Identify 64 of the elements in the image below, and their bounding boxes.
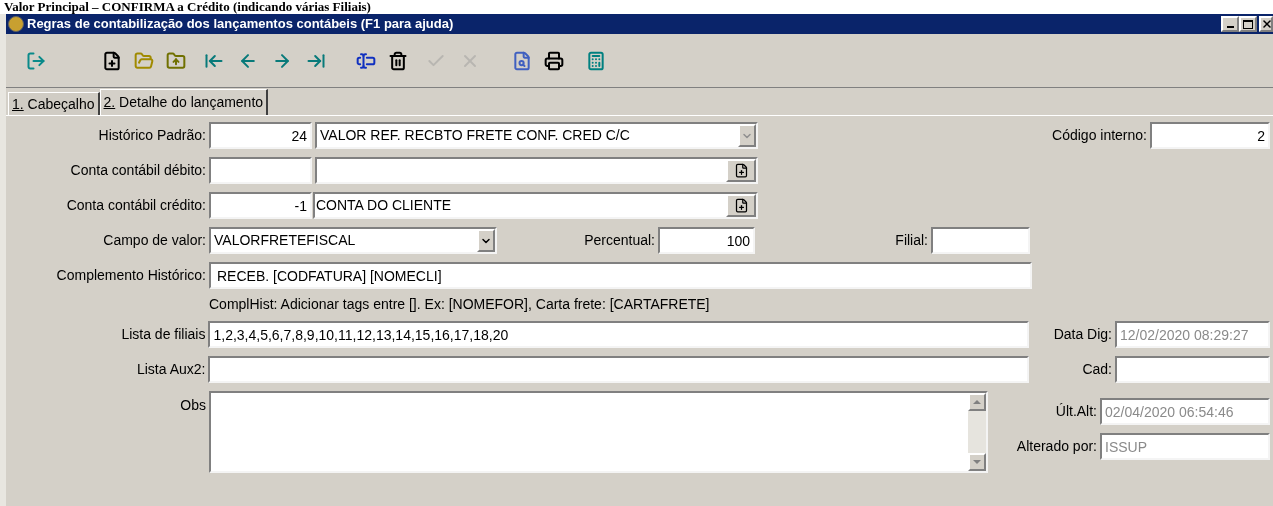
field-label: Conta contábil débito: — [69, 161, 207, 180]
text-area[interactable] — [209, 391, 988, 473]
field-value: CONTA DO CLIENTE — [315, 196, 453, 215]
lookup-field[interactable]: CONTA DO CLIENTE — [313, 192, 758, 219]
input-field[interactable]: 100 — [658, 227, 755, 254]
window-title: Regras de contabilização dos lançamentos contábeis (F1 para ajuda) — [27, 15, 454, 34]
field-label: Conta contábil crédito: — [65, 196, 207, 215]
folder-icon — [166, 50, 186, 71]
hint-text: ComplHist: Adicionar tags entre []. Ex: [NOMEFOR], Carta frete: [CARTAFRETE] — [209, 294, 710, 314]
exit-icon — [26, 50, 46, 71]
app-icon — [8, 16, 24, 32]
field-label: Alterado por: — [1016, 437, 1098, 456]
input-field[interactable] — [1115, 356, 1270, 383]
up-arrow-icon — [973, 400, 981, 404]
tab[interactable]: 1. Cabeçalho — [8, 92, 100, 115]
field-label: Obs — [179, 396, 207, 415]
maximize-icon — [1243, 19, 1253, 29]
field-label: Percentual: — [583, 231, 656, 250]
input-field[interactable]: 1,2,3,4,5,6,7,8,9,10,11,12,13,14,15,16,17,18,20 — [208, 321, 1030, 348]
field-label: Complemento Histórico: — [55, 266, 207, 285]
input-field[interactable]: 2 — [1150, 122, 1270, 149]
print-icon — [544, 50, 564, 71]
down-arrow-icon — [973, 460, 981, 464]
field-label: Campo de valor: — [102, 231, 207, 250]
text-edit-icon — [356, 50, 376, 71]
field-label: Data Dig: — [1052, 325, 1113, 344]
input-field[interactable] — [209, 157, 312, 184]
maximize-button[interactable] — [1239, 16, 1257, 32]
dropdown-field[interactable]: VALORFRETEFISCAL — [209, 227, 497, 254]
calculator-icon — [586, 50, 606, 71]
field-value: VALOR REF. RECBTO FRETE CONF. CRED C/C — [319, 126, 631, 145]
new-file-icon — [102, 50, 122, 71]
dropdown-button[interactable] — [477, 229, 495, 252]
delete-icon — [388, 50, 408, 71]
caption-text: Valor Principal – CONFIRMA a Crédito (indicando várias Filiais) — [3, 0, 372, 14]
field-label: Filial: — [894, 231, 929, 250]
new-file-icon — [733, 198, 749, 213]
field-label: Código interno: — [1052, 126, 1148, 145]
close-icon — [1261, 18, 1271, 30]
field-label: Cad: — [1081, 360, 1113, 379]
minimize-icon — [1226, 26, 1234, 28]
new-file-icon — [733, 163, 749, 178]
new-record-button[interactable] — [726, 194, 756, 217]
tab[interactable]: 2. Detalhe do lançamento — [99, 89, 269, 115]
input-field[interactable]: RECEB. [CODFATURA] [NOMECLI] — [209, 262, 1032, 289]
new-record-button[interactable] — [726, 159, 756, 182]
scroll-up-button[interactable] — [968, 393, 986, 411]
input-field[interactable] — [208, 356, 1030, 383]
field-label: Últ.Alt: — [1055, 402, 1098, 421]
input-field[interactable] — [931, 227, 1030, 254]
lookup-field[interactable] — [315, 157, 758, 184]
folder-open-icon — [134, 50, 154, 71]
close-button[interactable] — [1259, 16, 1273, 32]
scroll-down-button[interactable] — [968, 453, 986, 471]
minimize-button[interactable] — [1221, 16, 1239, 32]
input-field[interactable]: 24 — [209, 122, 312, 149]
dropdown-field[interactable]: VALOR REF. RECBTO FRETE CONF. CRED C/C — [315, 122, 758, 149]
input-field[interactable]: -1 — [209, 192, 312, 219]
field-label: Histórico Padrão: — [97, 126, 207, 145]
preview-icon — [512, 50, 532, 71]
field-label: Lista Aux2: — [135, 360, 207, 379]
scrollbar[interactable] — [968, 393, 986, 471]
field-value: VALORFRETEFISCAL — [213, 231, 357, 250]
field-label: Lista de filiais — [120, 325, 207, 344]
